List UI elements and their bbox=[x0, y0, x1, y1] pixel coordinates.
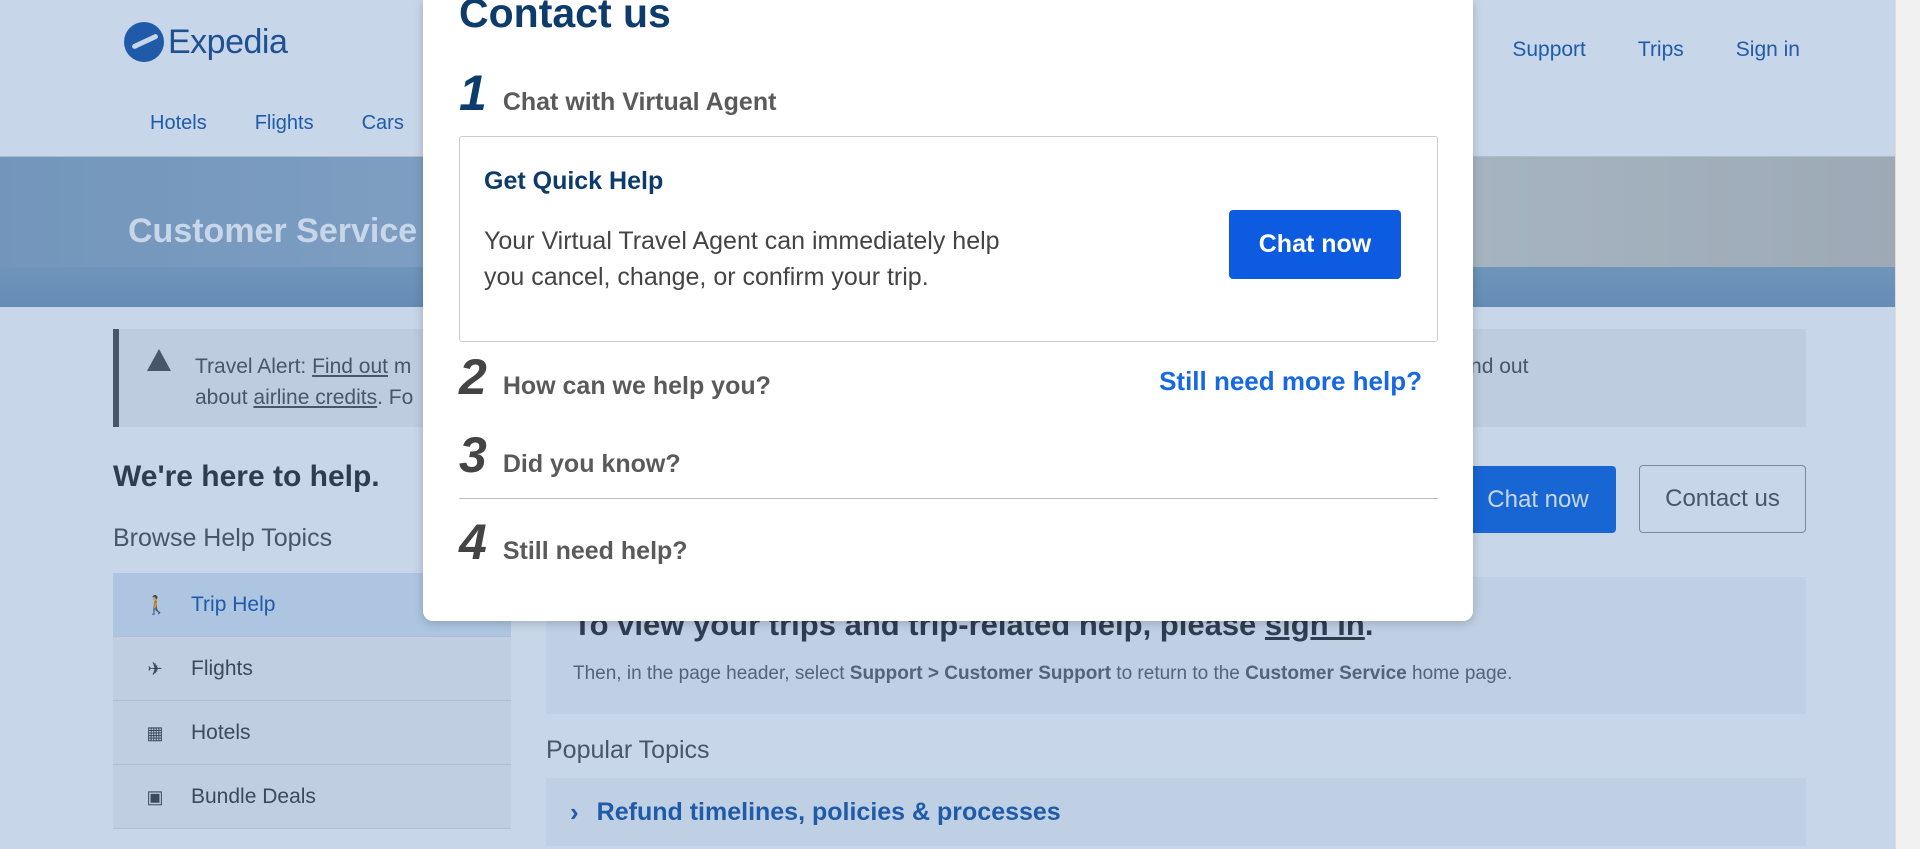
chat-now-button[interactable]: Chat now bbox=[1229, 210, 1401, 279]
contact-us-modal: Contact us 1 Chat with Virtual Agent Get… bbox=[423, 0, 1473, 621]
step-1: 1 Chat with Virtual Agent bbox=[459, 64, 776, 122]
step-label: Did you know? bbox=[502, 450, 681, 478]
quick-help-title: Get Quick Help bbox=[484, 167, 664, 195]
quick-help-card: Get Quick Help Your Virtual Travel Agent… bbox=[459, 136, 1438, 342]
step-number: 4 bbox=[459, 514, 487, 570]
quick-help-description: Your Virtual Travel Agent can immediatel… bbox=[484, 227, 1000, 291]
scrollbar[interactable] bbox=[1895, 0, 1920, 849]
step-label: Still need help? bbox=[502, 537, 688, 565]
step-number: 2 bbox=[459, 349, 487, 405]
step-2[interactable]: 2 How can we help you? bbox=[459, 348, 771, 406]
step-label: How can we help you? bbox=[502, 372, 771, 400]
still-need-more-help-link[interactable]: Still need more help? bbox=[1159, 366, 1422, 397]
step-3[interactable]: 3 Did you know? bbox=[459, 426, 681, 484]
divider bbox=[459, 498, 1438, 499]
step-4[interactable]: 4 Still need help? bbox=[459, 513, 688, 571]
step-number: 3 bbox=[459, 427, 487, 483]
step-number: 1 bbox=[459, 65, 487, 121]
modal-title: Contact us bbox=[459, 0, 671, 36]
step-label: Chat with Virtual Agent bbox=[502, 88, 777, 116]
